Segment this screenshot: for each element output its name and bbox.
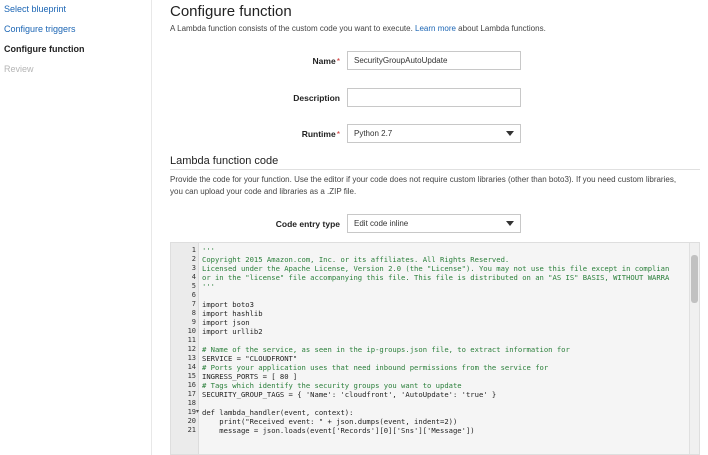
code-line: SECURITY_GROUP_TAGS = { 'Name': 'cloudfr… (199, 390, 689, 399)
code-line-text: # Tags which identify the security group… (202, 381, 462, 390)
code-line: Copyright 2015 Amazon.com, Inc. or its a… (199, 255, 689, 264)
code-line: ''' (199, 246, 689, 255)
code-line: import json (199, 318, 689, 327)
code-line: message = json.loads(event['Records'][0]… (199, 426, 689, 435)
code-line: import hashlib (199, 309, 689, 318)
code-line-text: import boto3 (202, 300, 254, 309)
code-line: INGRESS_PORTS = [ 80 ] (199, 372, 689, 381)
line-number: 16 (187, 381, 196, 389)
required-mark: * (336, 129, 340, 139)
section-divider (170, 169, 700, 170)
runtime-label: Runtime* (170, 129, 340, 139)
line-number: 7 (191, 300, 196, 308)
code-line-text: message = json.loads(event['Records'][0]… (202, 426, 475, 435)
sidebar-item-configure-triggers[interactable]: Configure triggers (4, 24, 76, 34)
code-line-text: Copyright 2015 Amazon.com, Inc. or its a… (202, 255, 510, 264)
code-line-text: INGRESS_PORTS = [ 80 ] (202, 372, 298, 381)
line-number: 8 (191, 309, 196, 317)
code-line: import boto3 (199, 300, 689, 309)
code-section-title: Lambda function code (170, 155, 279, 167)
code-text-area[interactable]: ''' Copyright 2015 Amazon.com, Inc. or it… (199, 243, 689, 454)
code-line-text: # Ports your application uses that need … (202, 363, 549, 372)
intro-text-after: about Lambda functions. (455, 24, 546, 33)
code-entry-type-label: Code entry type (275, 219, 340, 229)
code-section-description: Provide the code for your function. Use … (170, 175, 677, 196)
page-title: Configure function (170, 3, 292, 20)
code-line: ''' (199, 282, 689, 291)
code-line-text: def lambda_handler(event, context): (202, 408, 354, 417)
line-number: 20 (187, 417, 196, 425)
intro-text-before: A Lambda function consists of the custom… (170, 24, 416, 33)
code-line-text: print("Received event: " + json.dumps(ev… (202, 417, 458, 426)
line-number: 11 (187, 336, 196, 344)
runtime-select[interactable]: Python 2.7 (347, 124, 521, 143)
sidebar-item-configure-function[interactable]: Configure function (4, 44, 85, 54)
main-content: Configure function A Lambda function con… (170, 0, 708, 455)
line-number: 3 (191, 264, 196, 272)
code-editor[interactable]: 1 2 3 4 5 6 7 8 9 10 11 12 13 14 15 16 17 18 19 ▾ 20 21 ''' Cop… (170, 242, 700, 455)
line-number: 1 (191, 246, 196, 254)
line-number: 13 (187, 354, 196, 362)
required-mark: * (336, 56, 340, 66)
code-line: def lambda_handler(event, context): (199, 408, 689, 417)
sidebar-item-review: Review (4, 64, 34, 74)
code-line-text: # Name of the service, as seen in the ip… (202, 345, 570, 354)
chevron-down-icon (506, 131, 514, 136)
code-line: print("Received event: " + json.dumps(ev… (199, 417, 689, 426)
runtime-label-text: Runtime (301, 129, 336, 139)
line-number: 12 (187, 345, 196, 353)
code-line: or in the "license" file accompanying th… (199, 273, 689, 282)
line-number: 17 (187, 390, 196, 398)
line-number: 14 (187, 363, 196, 371)
code-line-text: ''' (202, 246, 215, 255)
code-line-text: import json (202, 318, 250, 327)
description-label: Description (293, 93, 340, 103)
code-line-text: Licensed under the Apache License, Versi… (202, 264, 670, 273)
code-line-text: SECURITY_GROUP_TAGS = { 'Name': 'cloudfr… (202, 390, 497, 399)
runtime-select-value: Python 2.7 (354, 129, 393, 138)
line-number: 15 (187, 372, 196, 380)
code-line: # Ports your application uses that need … (199, 363, 689, 372)
line-number: 2 (191, 255, 196, 263)
sidebar-item-select-blueprint[interactable]: Select blueprint (4, 4, 66, 14)
editor-scrollbar[interactable] (689, 243, 699, 454)
chevron-down-icon (506, 221, 514, 226)
line-number: 6 (191, 291, 196, 299)
code-line: Licensed under the Apache License, Versi… (199, 264, 689, 273)
name-label: Name* (170, 56, 340, 66)
name-label-text: Name (312, 56, 336, 66)
code-entry-type-value: Edit code inline (354, 219, 409, 228)
line-number: 9 (191, 318, 196, 326)
name-input[interactable] (347, 51, 521, 70)
line-number: 18 (187, 399, 196, 407)
editor-scroll-thumb[interactable] (691, 255, 698, 303)
description-input[interactable] (347, 88, 521, 107)
code-line-text: import hashlib (202, 309, 263, 318)
code-line: SERVICE = "CLOUDFRONT" (199, 354, 689, 363)
code-line: # Name of the service, as seen in the ip… (199, 345, 689, 354)
line-number: 10 (187, 327, 196, 335)
code-line-text: SERVICE = "CLOUDFRONT" (202, 354, 298, 363)
line-number: 5 (191, 282, 196, 290)
line-number: 4 (191, 273, 196, 281)
learn-more-link[interactable]: Learn more (415, 24, 456, 33)
wizard-sidebar: Select blueprint Configure triggers Conf… (0, 0, 152, 455)
code-line-text: or in the "license" file accompanying th… (202, 273, 670, 282)
code-line-text: import urllib2 (202, 327, 263, 336)
code-line: # Tags which identify the security group… (199, 381, 689, 390)
intro-text: A Lambda function consists of the custom… (170, 24, 546, 33)
line-number: 19 (187, 408, 196, 416)
code-line: import urllib2 (199, 327, 689, 336)
code-entry-type-select[interactable]: Edit code inline (347, 214, 521, 233)
code-line-text: ''' (202, 282, 215, 291)
line-number: 21 (187, 426, 196, 434)
